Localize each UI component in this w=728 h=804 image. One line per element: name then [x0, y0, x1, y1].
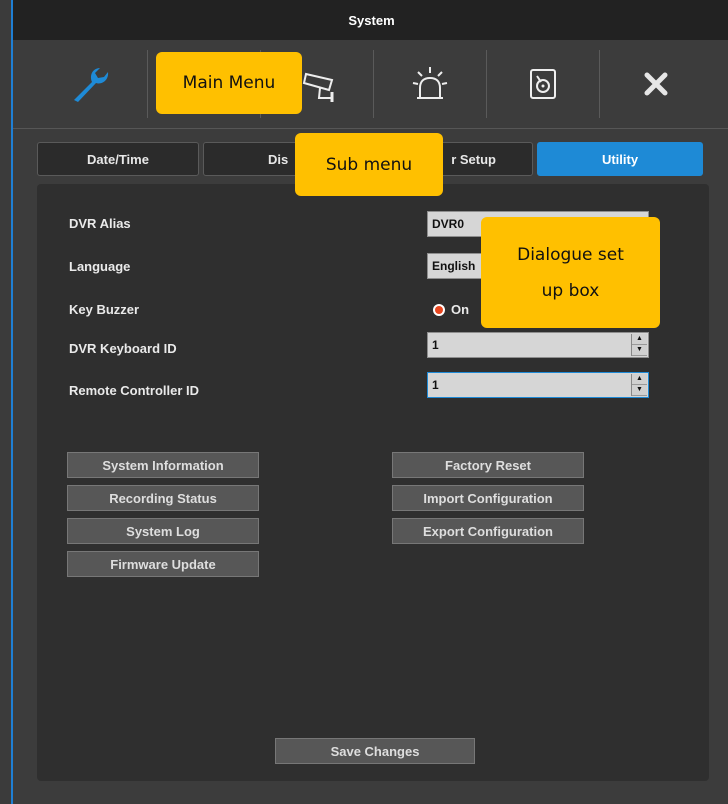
- recording-status-button[interactable]: Recording Status: [67, 485, 259, 511]
- system-information-button[interactable]: System Information: [67, 452, 259, 478]
- language-value: English: [432, 259, 476, 273]
- main-menu-close[interactable]: [600, 40, 712, 128]
- radio-selected-icon: [433, 303, 445, 316]
- remote-id-stepper[interactable]: 1 ▲ ▼: [427, 372, 649, 398]
- system-window: System Date/Time Dis r Setup Utility DVR…: [11, 0, 728, 804]
- alarm-icon: [412, 67, 448, 99]
- main-menu: [13, 40, 728, 129]
- keyboard-id-stepper[interactable]: 1 ▲ ▼: [427, 332, 649, 358]
- save-changes-button[interactable]: Save Changes: [275, 738, 475, 764]
- export-configuration-button[interactable]: Export Configuration: [392, 518, 584, 544]
- dialogue-callout-line1: Dialogue set: [517, 244, 624, 265]
- keyboard-id-label: DVR Keyboard ID: [69, 341, 177, 356]
- sub-menu-callout: Sub menu: [295, 133, 443, 196]
- dvr-alias-value: DVR0: [432, 217, 465, 231]
- spin-down-icon[interactable]: ▼: [632, 385, 647, 396]
- dialogue-setup-callout: Dialogue set up box: [481, 217, 660, 328]
- factory-reset-button[interactable]: Factory Reset: [392, 452, 584, 478]
- main-menu-alarm[interactable]: [374, 40, 486, 128]
- key-buzzer-on-radio[interactable]: On: [433, 302, 469, 317]
- tab-utility[interactable]: Utility: [537, 142, 703, 176]
- main-menu-system[interactable]: [35, 40, 147, 128]
- spin-down-icon[interactable]: ▼: [632, 345, 647, 356]
- wrench-icon: [74, 68, 109, 102]
- main-menu-storage[interactable]: [487, 40, 599, 128]
- firmware-update-button[interactable]: Firmware Update: [67, 551, 259, 577]
- spin-up-icon[interactable]: ▲: [632, 334, 647, 345]
- dialogue-callout-line2: up box: [541, 280, 600, 301]
- disk-icon: [530, 69, 556, 99]
- remote-id-label: Remote Controller ID: [69, 383, 200, 398]
- main-menu-callout: Main Menu: [156, 52, 302, 114]
- key-buzzer-on-label: On: [451, 302, 470, 317]
- import-configuration-button[interactable]: Import Configuration: [392, 485, 584, 511]
- remote-id-spin[interactable]: ▲ ▼: [631, 374, 647, 396]
- language-label: Language: [69, 259, 131, 274]
- remote-id-value: 1: [432, 378, 439, 392]
- key-buzzer-label: Key Buzzer: [69, 302, 140, 317]
- dvr-alias-label: DVR Alias: [69, 216, 131, 231]
- window-title: System: [13, 0, 728, 40]
- spin-up-icon[interactable]: ▲: [632, 374, 647, 385]
- keyboard-id-spin[interactable]: ▲ ▼: [631, 334, 647, 356]
- tab-date-time[interactable]: Date/Time: [37, 142, 199, 176]
- keyboard-id-value: 1: [432, 338, 439, 352]
- system-log-button[interactable]: System Log: [67, 518, 259, 544]
- close-icon: [644, 72, 668, 96]
